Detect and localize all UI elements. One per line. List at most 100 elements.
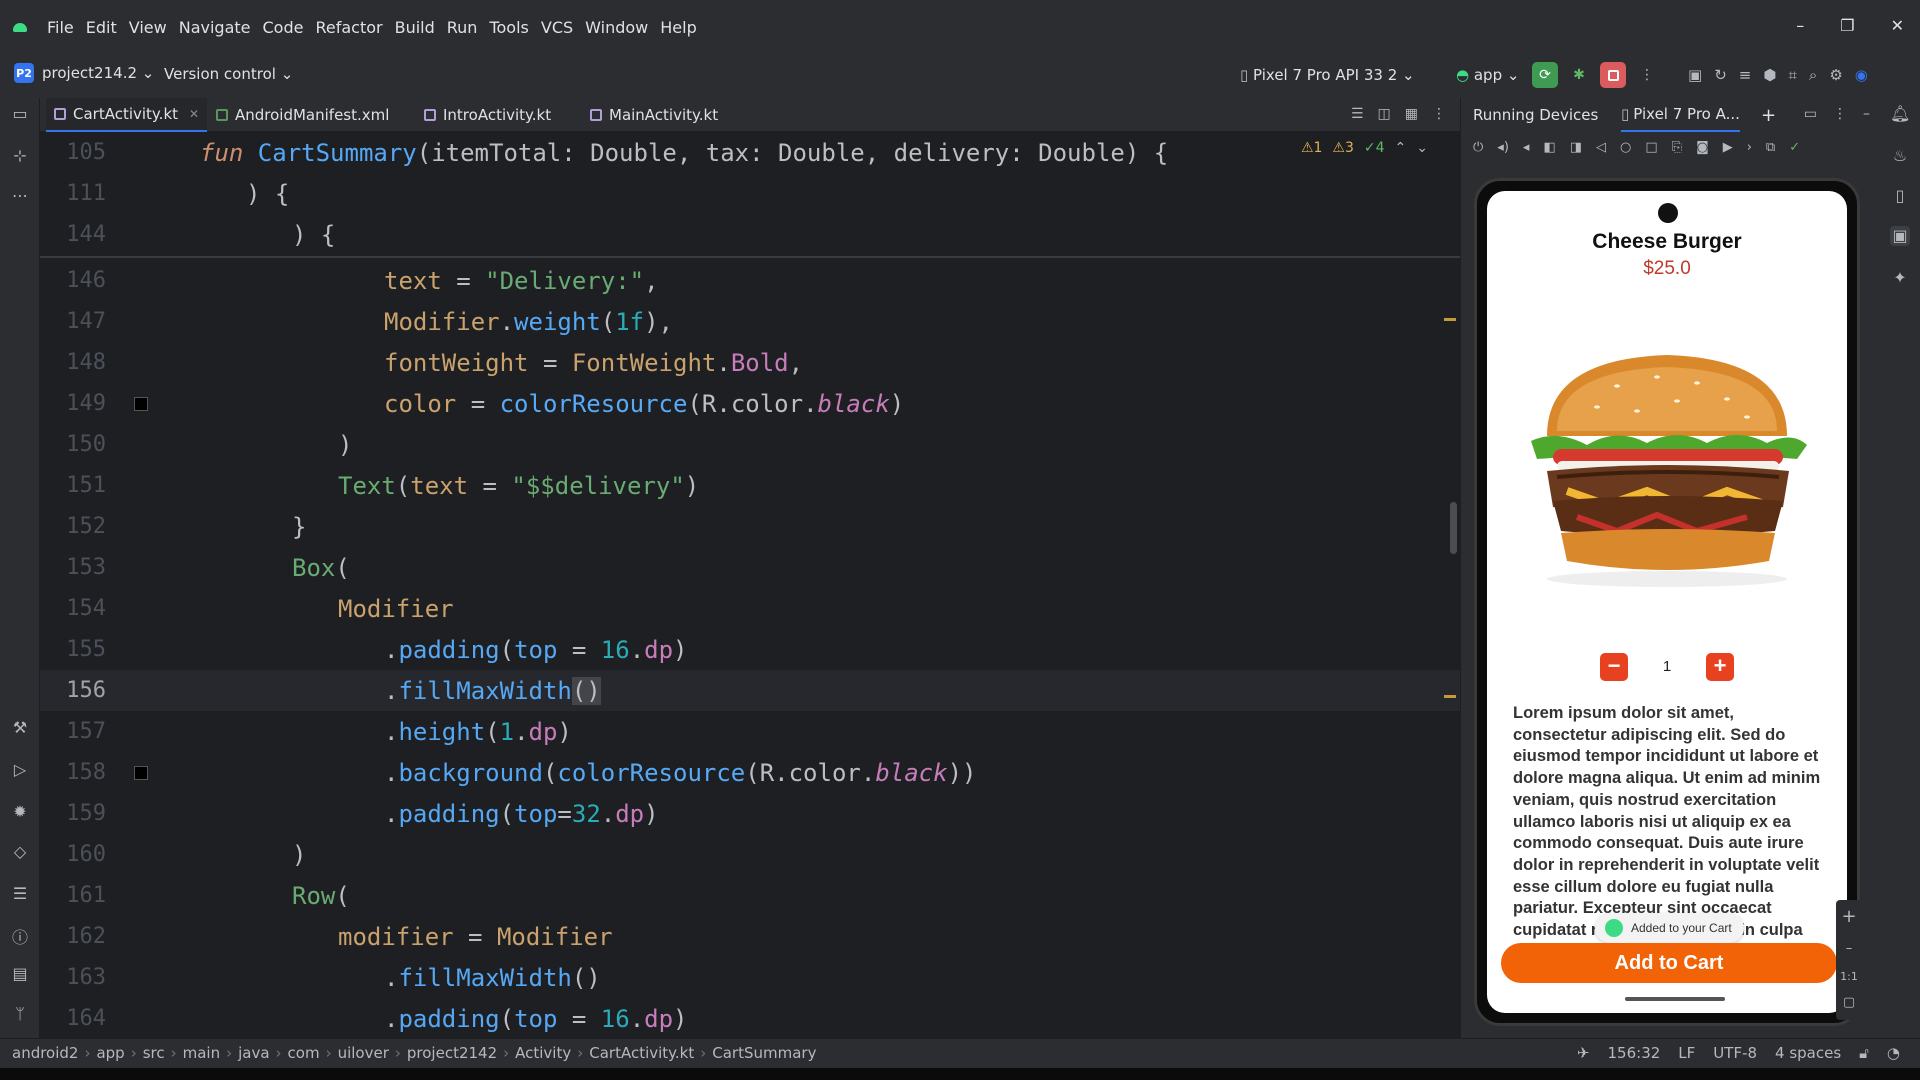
ai-sparkle-icon[interactable]: ✦ (1890, 268, 1910, 288)
power-icon[interactable]: ⏻ (1473, 140, 1483, 155)
editor-scrollbar[interactable] (1450, 502, 1457, 554)
git-branch-icon[interactable]: ᛘ (10, 1004, 30, 1024)
lock-icon[interactable]: 🔓︎ (1859, 1044, 1869, 1062)
volume-up-icon[interactable]: ◂) (1497, 140, 1509, 155)
running-devices-icon[interactable]: ▣ (1890, 226, 1910, 246)
menu-vcs[interactable]: VCS (541, 18, 573, 37)
structure-icon[interactable]: ⊹ (10, 146, 30, 166)
actual-size-button[interactable]: 1:1 (1836, 970, 1862, 983)
apply-changes-button[interactable]: ⟳ (1532, 62, 1558, 88)
debug-bug-icon[interactable]: ✹ (10, 802, 30, 822)
code-editor[interactable]: ⚠1 ⚠3 ✓4 ⌃ ⌄ 105 fun CartSummary(itemTot… (40, 132, 1460, 1038)
menu-file[interactable]: File (47, 18, 74, 37)
decrease-quantity-button[interactable]: − (1600, 653, 1628, 681)
sync-icon[interactable]: ↻ (1714, 66, 1727, 84)
caret-position[interactable]: 156:32 (1608, 1044, 1661, 1062)
stop-button[interactable] (1600, 62, 1626, 88)
tab-androidmanifest[interactable]: AndroidManifest.xml (208, 98, 397, 132)
version-control-menu[interactable]: Version control ⌄ (164, 65, 293, 83)
code-view-icon[interactable]: ☰ (1351, 106, 1364, 122)
menu-tools[interactable]: Tools (489, 18, 528, 37)
breadcrumb-project[interactable]: project2142 (407, 1044, 497, 1062)
device-file-icon[interactable]: ▯ (1890, 186, 1910, 206)
window-options-icon[interactable]: ▭ (1804, 106, 1817, 122)
menu-view[interactable]: View (129, 18, 167, 37)
close-tab-icon[interactable]: ✕ (189, 107, 199, 121)
breadcrumb-java[interactable]: java (238, 1044, 269, 1062)
project-folder-icon[interactable]: ▭ (10, 104, 30, 124)
gesture-nav-bar[interactable] (1625, 997, 1725, 1001)
more-options-icon[interactable]: ⋮ (1833, 106, 1847, 122)
menu-window[interactable]: Window (585, 18, 648, 37)
menu-edit[interactable]: Edit (86, 18, 117, 37)
split-view-icon[interactable]: ◫ (1378, 106, 1391, 122)
add-device-button[interactable]: + (1761, 98, 1776, 132)
settings-gear-icon[interactable]: ⚙ (1829, 66, 1842, 84)
maximize-button[interactable]: ❐ (1840, 16, 1854, 35)
fit-screen-icon[interactable]: ▢ (1836, 995, 1862, 1010)
tab-introactivity[interactable]: IntroActivity.kt (416, 98, 559, 132)
profiler-icon[interactable]: ≡ (1739, 66, 1752, 84)
warning-marker[interactable] (1444, 318, 1456, 321)
tab-mainactivity[interactable]: MainActivity.kt (582, 98, 726, 132)
device-screen[interactable]: Cheese Burger $25.0 − 1 + Lorem ipsum do… (1487, 191, 1847, 1013)
tab-cartactivity[interactable]: CartActivity.kt ✕ (46, 98, 208, 132)
chevron-right-icon[interactable]: › (1747, 140, 1752, 155)
camera-icon[interactable]: ◙ (1696, 140, 1709, 155)
file-encoding[interactable]: UTF-8 (1713, 1044, 1757, 1062)
more-tools-icon[interactable]: ⋯ (10, 186, 30, 206)
sdk-manager-icon[interactable]: ⬢ (1763, 66, 1776, 84)
layout-inspector-icon[interactable]: ⌗ (1788, 66, 1796, 84)
warning-marker[interactable] (1444, 695, 1456, 698)
debug-icon[interactable]: ✱ (1566, 62, 1592, 88)
device-selector[interactable]: ▯ Pixel 7 Pro API 33 2 ⌄ (1240, 66, 1415, 84)
mirror-icon[interactable]: ⧉ (1766, 140, 1775, 155)
gem-icon[interactable]: ◇ (10, 842, 30, 862)
line-separator[interactable]: LF (1678, 1044, 1695, 1062)
run-icon[interactable]: ▷ (10, 760, 30, 780)
breadcrumb-src[interactable]: src (143, 1044, 165, 1062)
breadcrumb-uilover[interactable]: uilover (338, 1044, 389, 1062)
rotate-left-icon[interactable]: ◧ (1543, 140, 1555, 155)
tab-running-devices[interactable]: Running Devices (1473, 98, 1598, 132)
account-icon[interactable]: ◉ (1855, 66, 1868, 84)
zoom-in-button[interactable]: + (1836, 906, 1862, 927)
menu-build[interactable]: Build (395, 18, 435, 37)
memory-icon[interactable]: ◔ (1887, 1044, 1900, 1062)
hide-panel-icon[interactable]: – (1863, 106, 1870, 122)
breadcrumb-activity[interactable]: Activity (515, 1044, 571, 1062)
device-manager-icon[interactable]: ▣ (1688, 66, 1702, 84)
project-selector[interactable]: P2 project214.2 ⌄ (14, 63, 154, 83)
zoom-out-button[interactable]: – (1836, 941, 1862, 956)
menu-run[interactable]: Run (447, 18, 478, 37)
menu-navigate[interactable]: Navigate (179, 18, 251, 37)
notifications-bell-icon[interactable]: 🔔︎ (1890, 104, 1910, 124)
build-hammer-icon[interactable]: ⚒ (10, 718, 30, 738)
breadcrumb-com[interactable]: com (288, 1044, 320, 1062)
snapshot-icon[interactable]: ⎘ (1672, 140, 1682, 155)
home-icon[interactable]: ○ (1620, 140, 1631, 155)
gradle-icon[interactable]: ♨ (1890, 146, 1910, 166)
tab-options-icon[interactable]: ⋮ (1432, 106, 1446, 122)
terminal-icon[interactable]: ▤ (10, 964, 30, 984)
overview-icon[interactable]: □ (1645, 140, 1657, 155)
menu-help[interactable]: Help (660, 18, 696, 37)
menu-code[interactable]: Code (263, 18, 304, 37)
tab-pixel-device[interactable]: ▯ Pixel 7 Pro A... (1621, 98, 1740, 132)
rotate-right-icon[interactable]: ◨ (1570, 140, 1582, 155)
breadcrumb-function[interactable]: CartSummary (712, 1044, 816, 1062)
breadcrumb-main[interactable]: main (183, 1044, 220, 1062)
breadcrumb-module[interactable]: android2 (12, 1044, 78, 1062)
increase-quantity-button[interactable]: + (1706, 653, 1734, 681)
more-actions-icon[interactable]: ⋮ (1634, 62, 1660, 88)
run-config-selector[interactable]: ◓ app ⌄ (1456, 66, 1519, 84)
volume-down-icon[interactable]: ◂ (1523, 140, 1530, 155)
search-icon[interactable]: ⌕ (1809, 66, 1817, 84)
design-view-icon[interactable]: ▦ (1405, 106, 1418, 122)
indent-settings[interactable]: 4 spaces (1775, 1044, 1841, 1062)
breadcrumb-app[interactable]: app (96, 1044, 124, 1062)
logcat-icon[interactable]: ☰ (10, 884, 30, 904)
close-window-button[interactable]: ✕ (1891, 16, 1904, 35)
breadcrumb-file[interactable]: CartActivity.kt (589, 1044, 694, 1062)
add-to-cart-button[interactable]: Add to Cart (1501, 943, 1837, 983)
